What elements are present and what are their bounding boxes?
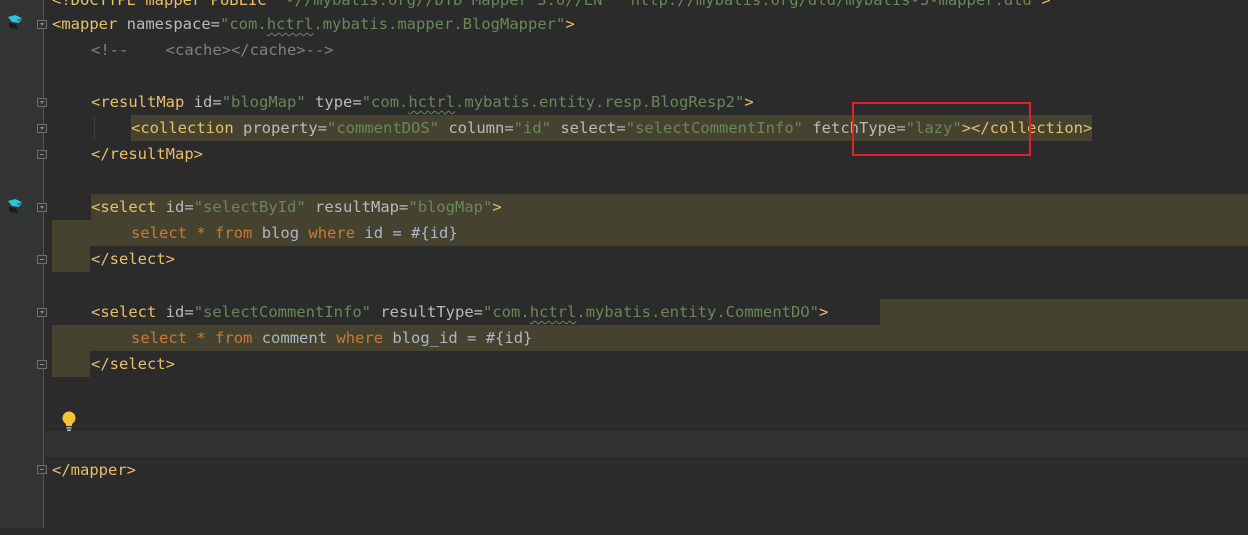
code-line-select-comment-close[interactable]: </select>	[0, 351, 1248, 377]
collection-column-value: "id"	[513, 119, 551, 137]
collection-property-attr: property	[243, 119, 318, 137]
resultmap-id-value: "blogMap"	[221, 93, 306, 111]
resulttype-typo: hctrl	[529, 303, 577, 321]
doctype-prefix: <!DOCTYPE mapper PUBLIC	[52, 0, 276, 9]
sql-table-name: blog	[261, 224, 300, 242]
sql-select-keyword: select	[131, 224, 187, 242]
resultmap-open-close: >	[744, 93, 754, 111]
collection-open-close: >	[961, 119, 972, 137]
select-comment-open-tag: <select	[91, 303, 157, 321]
collection-property-value: "commentDOS"	[327, 119, 439, 137]
doctype-suffix: >	[1041, 0, 1051, 9]
code-line-mapper-close[interactable]: </mapper>	[0, 457, 1248, 483]
select-byid-id-value: "selectById"	[193, 198, 306, 216]
mapper-open-close: >	[565, 15, 575, 33]
select-comment-close-tag: </select>	[91, 355, 175, 373]
code-editor[interactable]: <!DOCTYPE mapper PUBLIC "-//mybatis.org/…	[0, 0, 1248, 528]
mybatis-navigate-icon[interactable]	[6, 198, 24, 214]
fold-icon[interactable]	[37, 98, 47, 107]
sql-where-keyword: where	[336, 329, 384, 347]
cache-comment: <!-- <cache></cache>-->	[91, 41, 334, 59]
code-line-resultmap-close[interactable]: </resultMap>	[0, 141, 1248, 167]
collection-fetchtype-value: "lazy"	[905, 119, 962, 137]
resultmap-open-tag: <resultMap	[91, 93, 185, 111]
collection-open-tag: <collection	[131, 119, 234, 137]
sql-where-keyword: where	[308, 224, 356, 242]
collection-select-attr: select	[560, 119, 617, 137]
fold-icon[interactable]	[37, 255, 47, 264]
code-line-mapper-open[interactable]: <mapper namespace="com.hctrl.mybatis.map…	[0, 11, 1248, 37]
resultmap-type-pre: "com.	[361, 93, 409, 111]
code-line-select-comment-sql[interactable]: select * from comment where blog_id = #{…	[52, 325, 1248, 351]
code-line-collection[interactable]: <collection property="commentDOS" column…	[0, 115, 1248, 141]
resultmap-close-tag: </resultMap>	[91, 145, 203, 163]
sql-condition: blog_id = #{id}	[392, 329, 533, 347]
fold-icon[interactable]	[37, 124, 47, 133]
sql-star: *	[196, 329, 206, 347]
mapper-open-tag: <mapper	[52, 15, 118, 33]
select-byid-resultmap-attr: resultMap	[315, 198, 400, 216]
select-byid-resultmap-value: "blogMap"	[408, 198, 493, 216]
sql-select-keyword: select	[131, 329, 187, 347]
resulttype-pre: "com.	[483, 303, 530, 321]
mapper-close-tag: </mapper>	[52, 461, 136, 479]
fold-icon[interactable]	[37, 20, 47, 29]
select-comment-id-attr: id	[165, 303, 185, 321]
doctype-system-id: "http://mybatis.org/dtd/mybatis-3-mapper…	[621, 0, 1042, 9]
code-line-resultmap-open[interactable]: <resultMap id="blogMap" type="com.hctrl.…	[0, 89, 1248, 115]
fold-icon[interactable]	[37, 203, 47, 212]
resulttype-post: .mybatis.entity.CommentDO"	[576, 303, 819, 321]
select-byid-close-tag: </select>	[91, 250, 175, 268]
resultmap-type-attr: type	[315, 93, 353, 111]
sql-condition: id = #{id}	[364, 224, 458, 242]
code-line-select-byid-open[interactable]: <select id="selectById" resultMap="blogM…	[0, 194, 1248, 220]
select-comment-id-value: "selectCommentInfo"	[193, 303, 371, 321]
code-line-select-comment-open[interactable]: <select id="selectCommentInfo" resultTyp…	[0, 299, 1248, 325]
code-line-select-byid-close[interactable]: </select>	[0, 246, 1248, 272]
sql-from-keyword: from	[215, 224, 253, 242]
resultmap-type-post: .mybatis.entity.resp.BlogResp2"	[455, 93, 745, 111]
resultmap-id-attr: id	[193, 93, 213, 111]
collection-column-attr: column	[448, 119, 505, 137]
fold-icon[interactable]	[37, 360, 47, 369]
select-comment-resulttype-attr: resultType	[380, 303, 474, 321]
resultmap-type-typo: hctrl	[408, 93, 456, 111]
collection-fetchtype-attr: fetchType	[812, 119, 897, 137]
namespace-value-pre: "com.	[220, 15, 267, 33]
fold-icon[interactable]	[37, 465, 47, 474]
intention-bulb-icon[interactable]	[60, 410, 78, 432]
fold-icon[interactable]	[37, 150, 47, 159]
select-byid-open-close: >	[492, 198, 502, 216]
sql-star: *	[196, 224, 206, 242]
code-line-select-byid-sql[interactable]: select * from blog where id = #{id}	[52, 220, 1248, 246]
select-comment-open-close: >	[819, 303, 829, 321]
namespace-attr: namespace	[126, 15, 211, 33]
code-line-cache-comment[interactable]: <!-- <cache></cache>-->	[0, 37, 1248, 63]
select-byid-id-attr: id	[165, 198, 185, 216]
mybatis-navigate-icon[interactable]	[6, 14, 24, 30]
current-caret-line[interactable]	[45, 431, 1248, 457]
collection-end-tag: </collection>	[971, 119, 1093, 137]
namespace-value-post: .mybatis.mapper.BlogMapper"	[313, 15, 566, 33]
sql-table-name: comment	[261, 329, 328, 347]
doctype-public-id: "-//mybatis.org//DTD Mapper 3.0//EN"	[275, 0, 612, 9]
fold-icon[interactable]	[37, 308, 47, 317]
namespace-value-typo: hctrl	[266, 15, 314, 33]
collection-select-value: "selectCommentInfo"	[625, 119, 803, 137]
select-byid-open-tag: <select	[91, 198, 157, 216]
sql-from-keyword: from	[215, 329, 253, 347]
